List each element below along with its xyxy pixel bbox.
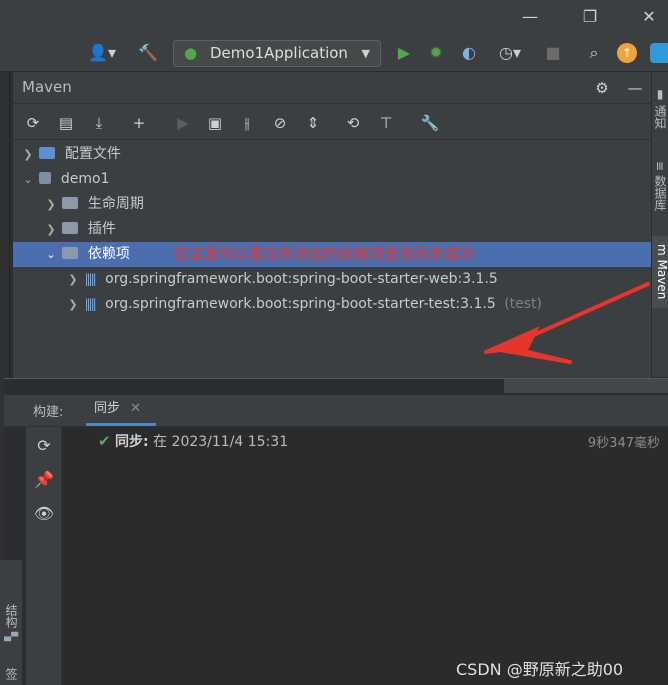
main-toolbar: 👤▾ 🔨 ● Demo1Application ▼ ▶ ✹ ◐ ◷▾ ■ ⌕ ↑ [0, 36, 668, 72]
lifecycle-folder-icon [62, 197, 79, 209]
tree-label: 配置文件 [64, 146, 121, 162]
dependencies-folder-icon [62, 247, 79, 259]
tab-label: 数据库 [653, 174, 667, 211]
build-hammer-icon[interactable]: 🔨 [136, 36, 160, 70]
tab-notifications[interactable]: ▮ 通知 [652, 78, 668, 138]
chevron-right-icon: ❯ [46, 198, 56, 211]
sync-duration: 9秒347毫秒 [587, 436, 660, 451]
reload-all-icon[interactable]: ▤ [54, 111, 78, 135]
collapse-all-icon[interactable]: ⇕ [301, 111, 325, 135]
ide-logo-icon[interactable] [650, 43, 668, 63]
tree-label: 生命周期 [87, 196, 144, 212]
tab-label: 通知 [653, 104, 667, 129]
maven-toolbar: ⟳ ▤ ⤓ + ▶ ▣ ⫲ ⊘ ⇕ ⟲ ⊤ 🔧 [13, 106, 651, 140]
add-icon[interactable]: + [127, 111, 151, 135]
tree-item-dependencies[interactable]: ⌄ 依赖项 在这里可以看见所添加的依赖项是否同步成功 [13, 242, 651, 267]
tab-label: 签 [4, 668, 18, 680]
tree-label: org.springframework.boot:spring-boot-sta… [105, 296, 496, 312]
restore-icon[interactable]: ❐ [575, 0, 605, 34]
sync-result-row[interactable]: ✔ 同步: 在 2023/11/4 15:31 [98, 431, 288, 451]
eye-icon[interactable]: 👁 [26, 497, 62, 531]
tab-sync[interactable]: 同步 ✕ [86, 395, 156, 426]
tab-label: 结构 [4, 604, 18, 629]
stop-icon[interactable]: ■ [541, 36, 565, 70]
run-maven-icon[interactable]: ▶ [171, 111, 195, 135]
build-output-tree: ✔ 同步: 在 2023/11/4 15:31 9秒347毫秒 [62, 427, 668, 685]
annotation-text: 在这里可以看见所添加的依赖项是否同步成功 [174, 245, 475, 263]
reload-icon[interactable]: ⟳ [21, 111, 45, 135]
rerun-icon[interactable]: ⟳ [26, 429, 62, 463]
tree-label: org.springframework.boot:spring-boot-sta… [105, 271, 498, 287]
title-bar: — ❐ ✕ [0, 0, 668, 36]
execute-goal-icon[interactable]: ▣ [203, 111, 227, 135]
chevron-down-icon: ⌄ [23, 173, 33, 186]
update-icon[interactable]: ↑ [617, 43, 637, 63]
build-label: 构建: [33, 405, 64, 420]
chevron-right-icon: ❯ [68, 273, 78, 286]
tree-label: 插件 [87, 221, 116, 237]
check-icon: ✔ [98, 432, 111, 450]
tab-bookmarks[interactable]: 签 [3, 664, 20, 684]
chevron-right-icon: ❯ [46, 223, 56, 236]
maven-project-icon [39, 172, 52, 184]
chevron-down-icon: ▼ [361, 47, 370, 60]
show-dependencies-icon[interactable]: ⊤ [374, 111, 398, 135]
tree-item-lifecycle[interactable]: ❯ 生命周期 [13, 192, 651, 217]
close-tab-icon[interactable]: ✕ [130, 401, 141, 416]
build-header: 构建: 同步 ✕ [4, 395, 668, 427]
search-icon[interactable]: ⌕ [582, 36, 606, 70]
tab-database[interactable]: ≡ 数据库 [652, 148, 668, 224]
tree-label: demo1 [60, 171, 110, 187]
arrow-head [486, 326, 570, 360]
analyze-icon[interactable]: ⟲ [341, 111, 365, 135]
maven-icon: m [655, 244, 668, 260]
profile-icon[interactable]: ◷▾ [490, 36, 530, 70]
chevron-down-icon: ⌄ [46, 248, 56, 261]
toggle-offline-icon[interactable]: ⫲ [235, 111, 259, 135]
close-icon[interactable]: ✕ [634, 0, 664, 34]
library-icon: ||||| [84, 297, 96, 311]
panel-edge [504, 379, 668, 393]
build-panel: 构建: 同步 ✕ ⟳ 📌 👁 ✔ 同步: 在 2023/11/4 15:31 9… [4, 378, 668, 685]
structure-strip: 结构 ▚ 签 [0, 560, 22, 685]
run-config-label: Demo1Application [210, 44, 348, 62]
debug-icon[interactable]: ✹ [424, 36, 448, 70]
database-icon: ≡ [653, 161, 667, 175]
tree-item-plugins[interactable]: ❯ 插件 [13, 217, 651, 242]
tree-item-project[interactable]: ⌄ demo1 [13, 167, 651, 192]
chevron-right-icon: ❯ [68, 298, 78, 311]
sync-text: 在 2023/11/4 15:31 [153, 434, 289, 450]
coverage-icon[interactable]: ◐ [457, 36, 481, 70]
tab-structure[interactable]: 结构 ▚ [3, 598, 20, 648]
structure-icon: ▚ [4, 632, 18, 642]
tree-label: 依赖项 [87, 246, 130, 262]
watermark: CSDN @野原新之助00 [456, 660, 624, 679]
pin-icon[interactable]: 📌 [26, 463, 62, 497]
wrench-icon[interactable]: 🔧 [418, 111, 442, 135]
minimize-icon[interactable]: — [515, 0, 545, 34]
skip-tests-icon[interactable]: ⊘ [268, 111, 292, 135]
hide-panel-icon[interactable]: — [623, 76, 647, 100]
maven-title: Maven [22, 78, 72, 96]
user-icon[interactable]: 👤▾ [86, 36, 118, 70]
library-icon: ||||| [84, 272, 96, 286]
chevron-right-icon: ❯ [23, 148, 33, 161]
plugins-folder-icon [62, 222, 79, 234]
sync-prefix: 同步: [115, 434, 149, 450]
run-config-select[interactable]: ● Demo1Application ▼ [173, 40, 381, 67]
tree-item-profiles[interactable]: ❯ 配置文件 [13, 142, 651, 167]
annotation-arrow [484, 282, 650, 364]
spring-icon: ● [184, 44, 198, 62]
run-icon[interactable]: ▶ [392, 36, 416, 70]
gear-icon[interactable]: ⚙ [590, 76, 614, 100]
profiles-folder-icon [39, 147, 56, 159]
bell-icon: ▮ [653, 87, 667, 105]
build-sidebar: ⟳ 📌 👁 [26, 427, 62, 685]
tab-label: 同步 [94, 401, 121, 416]
download-icon[interactable]: ⤓ [87, 111, 111, 135]
maven-header: Maven ⚙ — [13, 72, 651, 104]
